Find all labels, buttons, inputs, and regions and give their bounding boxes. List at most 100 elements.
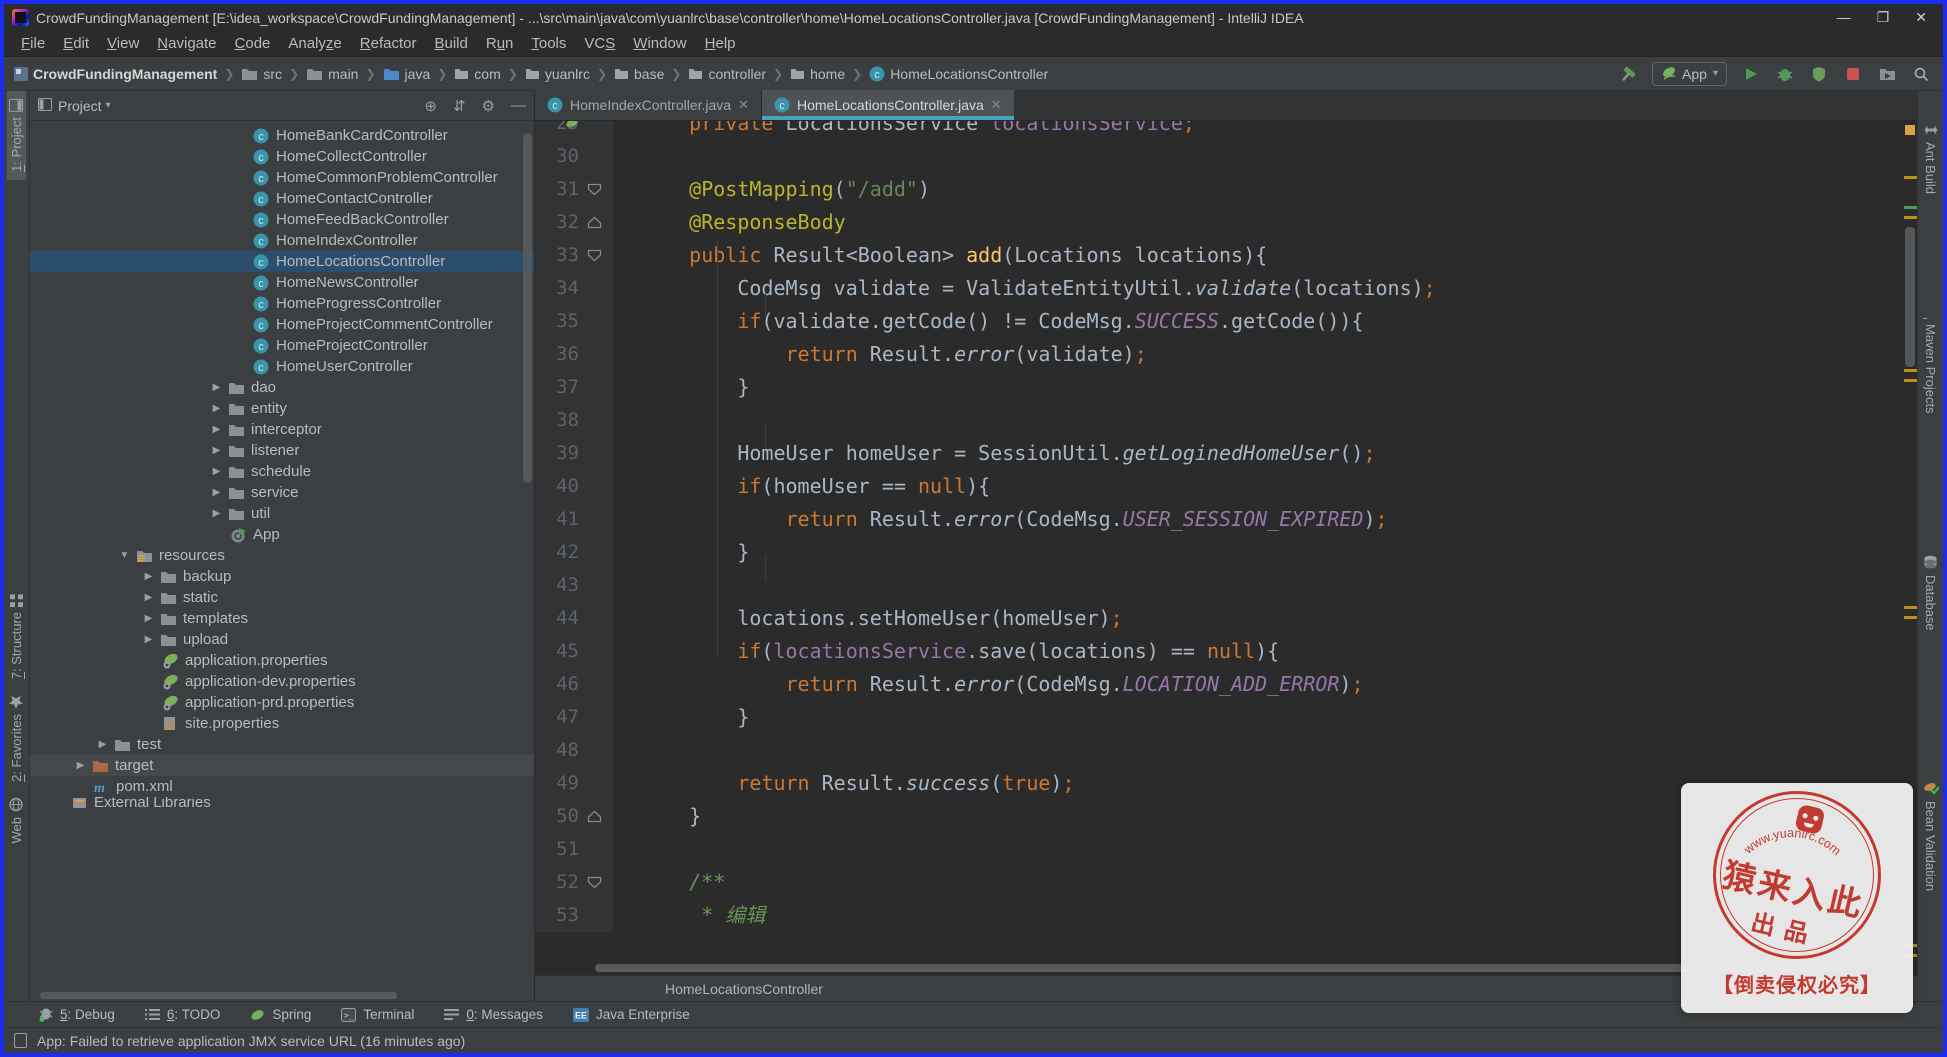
tree-item-app[interactable]: App	[30, 524, 534, 545]
breadcrumb-item-homelocationscontroller[interactable]: cHomeLocationsController	[869, 66, 1048, 82]
tree-item-templates[interactable]: ▶templates	[30, 608, 534, 629]
chevron-collapsed-icon[interactable]: ▶	[206, 382, 227, 393]
menu-item-file[interactable]: File	[12, 35, 54, 52]
chevron-collapsed-icon[interactable]: ▶	[138, 592, 159, 603]
sidebar-item-bean-validation[interactable]: Bean Validation	[1921, 773, 1941, 899]
sidebar-item-2-favorites[interactable]: 2: Favorites	[7, 688, 26, 790]
close-button[interactable]: ✕	[1915, 9, 1927, 26]
tree-item-util[interactable]: ▶util	[30, 503, 534, 524]
tree-item-upload[interactable]: ▶upload	[30, 629, 534, 650]
toolwindow-button-terminal[interactable]: >_Terminal	[341, 1007, 414, 1022]
breadcrumb-item-base[interactable]: base	[614, 66, 664, 82]
chevron-collapsed-icon[interactable]: ▶	[206, 487, 227, 498]
tree-item-homecontactcontroller[interactable]: cHomeContactController	[30, 188, 534, 209]
tree-item-test[interactable]: ▶test	[30, 734, 534, 755]
tree-item-homefeedbackcontroller[interactable]: cHomeFeedBackController	[30, 209, 534, 230]
toolwindow-button-6-todo[interactable]: 6: TODO	[145, 1007, 221, 1022]
tree-item-interceptor[interactable]: ▶interceptor	[30, 419, 534, 440]
tree-item-service[interactable]: ▶service	[30, 482, 534, 503]
breadcrumb-item-home[interactable]: home	[790, 66, 845, 82]
tab-homeindexcontroller.java[interactable]: cHomeIndexController.java✕	[535, 90, 762, 120]
tree-item-application-properties[interactable]: application.properties	[30, 650, 534, 671]
editor-vertical-scrollbar[interactable]	[1905, 227, 1915, 367]
project-panel-title[interactable]: Project	[58, 98, 102, 114]
run-folder-button[interactable]	[1877, 64, 1897, 84]
chevron-collapsed-icon[interactable]: ▶	[92, 739, 113, 750]
menu-item-view[interactable]: View	[98, 35, 148, 52]
chevron-expanded-icon[interactable]: ▼	[114, 550, 135, 561]
hide-icon[interactable]: —	[511, 97, 526, 115]
chevron-down-icon[interactable]: ▾	[106, 100, 111, 111]
toolwindow-button-5-debug[interactable]: 5: Debug	[38, 1007, 115, 1022]
close-tab-icon[interactable]: ✕	[991, 97, 1002, 113]
minimize-button[interactable]: —	[1837, 9, 1851, 26]
breadcrumb-item-crowdfundingmanagement[interactable]: CrowdFundingManagement	[14, 66, 217, 82]
menu-item-build[interactable]: Build	[425, 35, 476, 52]
menu-item-navigate[interactable]: Navigate	[148, 35, 225, 52]
fold-d-icon[interactable]	[587, 249, 602, 262]
tree-item-application-dev-properties[interactable]: application-dev.properties	[30, 671, 534, 692]
tree-item-static[interactable]: ▶static	[30, 587, 534, 608]
chevron-collapsed-icon[interactable]: ▶	[206, 508, 227, 519]
fold-d-icon[interactable]	[587, 876, 602, 889]
tree-item-homecommonproblemcontroller[interactable]: cHomeCommonProblemController	[30, 167, 534, 188]
tree-item-homecollectcontroller[interactable]: cHomeCollectController	[30, 146, 534, 167]
build-hammer-button[interactable]	[1618, 64, 1638, 84]
tree-item-homenewscontroller[interactable]: cHomeNewsController	[30, 272, 534, 293]
menu-item-window[interactable]: Window	[624, 35, 695, 52]
tree-item-entity[interactable]: ▶entity	[30, 398, 534, 419]
chevron-collapsed-icon[interactable]: ▶	[206, 445, 227, 456]
maximize-button[interactable]: ❐	[1877, 9, 1890, 26]
menu-item-analyze[interactable]: Analyze	[279, 35, 350, 52]
breadcrumb-item-java[interactable]: java	[383, 66, 431, 82]
sidebar-item-1-project[interactable]: 1: Project	[7, 91, 26, 180]
toolwindow-button-0-messages[interactable]: 0: Messages	[444, 1007, 543, 1022]
breadcrumb-item-main[interactable]: main	[306, 66, 358, 82]
tree-item-site-properties[interactable]: site.properties	[30, 713, 534, 734]
debug-button[interactable]	[1775, 64, 1795, 84]
sidebar-item-database[interactable]: Database	[1921, 547, 1940, 639]
menu-item-help[interactable]: Help	[696, 35, 745, 52]
tree-item-homeusercontroller[interactable]: cHomeUserController	[30, 356, 534, 377]
run-button[interactable]	[1741, 64, 1761, 84]
breadcrumb-item-src[interactable]: src	[241, 66, 282, 82]
chevron-collapsed-icon[interactable]: ▶	[206, 424, 227, 435]
breadcrumb-item-controller[interactable]: controller	[688, 66, 766, 82]
menu-item-refactor[interactable]: Refactor	[351, 35, 426, 52]
tree-item-listener[interactable]: ▶listener	[30, 440, 534, 461]
tree-item-resources[interactable]: ▼resources	[30, 545, 534, 566]
toolwindow-toggle-icon[interactable]	[14, 1033, 27, 1048]
sidebar-item-web[interactable]: Web	[7, 790, 26, 852]
tree-item-pom-xml[interactable]: mpom.xml	[30, 776, 534, 797]
stop-button[interactable]	[1843, 64, 1863, 84]
tree-item-dao[interactable]: ▶dao	[30, 377, 534, 398]
fold-u-icon[interactable]	[587, 810, 602, 823]
toolwindow-button-java-enterprise[interactable]: EEJava Enterprise	[573, 1007, 690, 1022]
inspection-indicator-icon[interactable]	[1905, 125, 1915, 135]
tree-vertical-scrollbar[interactable]	[523, 133, 532, 483]
tree-item-external-libraries[interactable]: External Libraries	[30, 797, 534, 808]
menu-item-edit[interactable]: Edit	[54, 35, 98, 52]
fold-u-icon[interactable]	[587, 216, 602, 229]
locate-icon[interactable]: ⊕	[424, 97, 437, 115]
close-tab-icon[interactable]: ✕	[738, 97, 749, 113]
menu-item-code[interactable]: Code	[226, 35, 280, 52]
chevron-collapsed-icon[interactable]: ▶	[138, 571, 159, 582]
collapse-all-icon[interactable]: ⇵	[453, 97, 466, 115]
tree-item-homelocationscontroller[interactable]: cHomeLocationsController	[30, 251, 534, 272]
breadcrumb-item-com[interactable]: com	[454, 66, 500, 82]
breadcrumb-item-yuanlrc[interactable]: yuanlrc	[525, 66, 590, 82]
coverage-button[interactable]	[1809, 64, 1829, 84]
run-config-selector[interactable]: App▾	[1652, 62, 1727, 86]
tree-item-backup[interactable]: ▶backup	[30, 566, 534, 587]
sidebar-item-maven-projects[interactable]: mMaven Projects	[1921, 297, 1941, 422]
chevron-collapsed-icon[interactable]: ▶	[138, 613, 159, 624]
chevron-collapsed-icon[interactable]: ▶	[70, 760, 91, 771]
tree-item-homeprogresscontroller[interactable]: cHomeProgressController	[30, 293, 534, 314]
sidebar-item-7-structure[interactable]: 7: Structure	[7, 586, 26, 687]
tree-horizontal-scrollbar[interactable]	[40, 992, 397, 999]
tree-item-homeprojectcontroller[interactable]: cHomeProjectController	[30, 335, 534, 356]
tree-item-target[interactable]: ▶target	[30, 755, 534, 776]
tree-item-application-prd-properties[interactable]: application-prd.properties	[30, 692, 534, 713]
tree-item-schedule[interactable]: ▶schedule	[30, 461, 534, 482]
